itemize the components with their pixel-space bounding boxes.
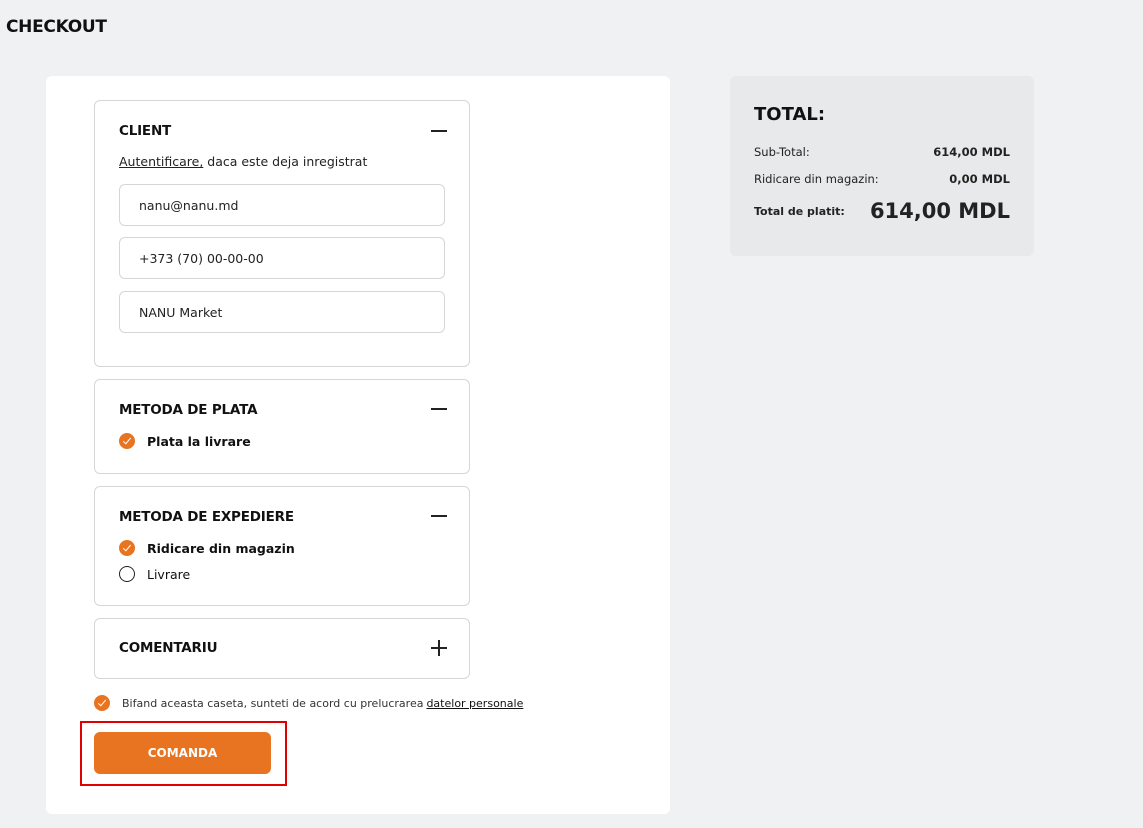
comment-panel[interactable]: COMENTARIU [94, 618, 470, 679]
grand-total-row: Total de platit: 614,00 MDL [754, 199, 1010, 223]
email-field[interactable] [119, 184, 445, 226]
shipping-option-label: Livrare [147, 566, 191, 582]
consent-row[interactable]: Bifand aceasta caseta, sunteti de acord … [94, 695, 523, 711]
collapse-minus-icon[interactable] [431, 401, 447, 417]
payment-method-panel: METODA DE PLATA Plata la livrare [94, 379, 470, 474]
order-total-card: TOTAL: Sub-Total: 614,00 MDL Ridicare di… [730, 76, 1034, 256]
collapse-minus-icon[interactable] [431, 508, 447, 524]
grand-total-label: Total de platit: [754, 204, 845, 218]
page-title: CHECKOUT [6, 17, 107, 37]
name-field[interactable] [119, 291, 445, 333]
shipping-option-store-pickup[interactable]: Ridicare din magazin [119, 540, 295, 556]
pickup-fee-label: Ridicare din magazin: [754, 172, 879, 186]
client-panel: CLIENT Autentificare, daca este deja inr… [94, 100, 470, 367]
shipping-method-panel: METODA DE EXPEDIERE Ridicare din magazin… [94, 486, 470, 606]
client-panel-title: CLIENT [119, 123, 172, 139]
collapse-minus-icon[interactable] [431, 123, 447, 139]
payment-option-label: Plata la livrare [147, 433, 251, 449]
comment-panel-title: COMENTARIU [119, 640, 218, 656]
pickup-fee-row: Ridicare din magazin: 0,00 MDL [754, 172, 1010, 186]
shipping-option-delivery[interactable]: Livrare [119, 566, 190, 582]
checked-radio-icon[interactable] [119, 433, 135, 449]
consent-text: Bifand aceasta caseta, sunteti de acord … [122, 696, 424, 710]
login-link[interactable]: Autentificare, [119, 154, 203, 169]
subtotal-row: Sub-Total: 614,00 MDL [754, 145, 1010, 159]
total-title: TOTAL: [754, 104, 826, 125]
consent-checkbox[interactable] [94, 695, 110, 711]
shipping-method-title: METODA DE EXPEDIERE [119, 509, 294, 525]
shipping-option-label: Ridicare din magazin [147, 540, 295, 556]
auth-line-text: daca este deja inregistrat [203, 154, 368, 169]
subtotal-label: Sub-Total: [754, 145, 810, 159]
expand-plus-icon[interactable] [431, 640, 447, 656]
order-button[interactable]: COMANDA [94, 732, 271, 774]
pickup-fee-value: 0,00 MDL [949, 172, 1010, 186]
grand-total-value: 614,00 MDL [869, 199, 1010, 223]
phone-field[interactable] [119, 237, 445, 279]
payment-method-title: METODA DE PLATA [119, 402, 258, 418]
checked-radio-icon[interactable] [119, 540, 135, 556]
payment-option-cash-on-delivery[interactable]: Plata la livrare [119, 433, 251, 449]
unchecked-radio-icon[interactable] [119, 566, 135, 582]
auth-line: Autentificare, daca este deja inregistra… [119, 154, 367, 169]
subtotal-value: 614,00 MDL [933, 145, 1010, 159]
personal-data-link[interactable]: datelor personale [426, 697, 523, 710]
